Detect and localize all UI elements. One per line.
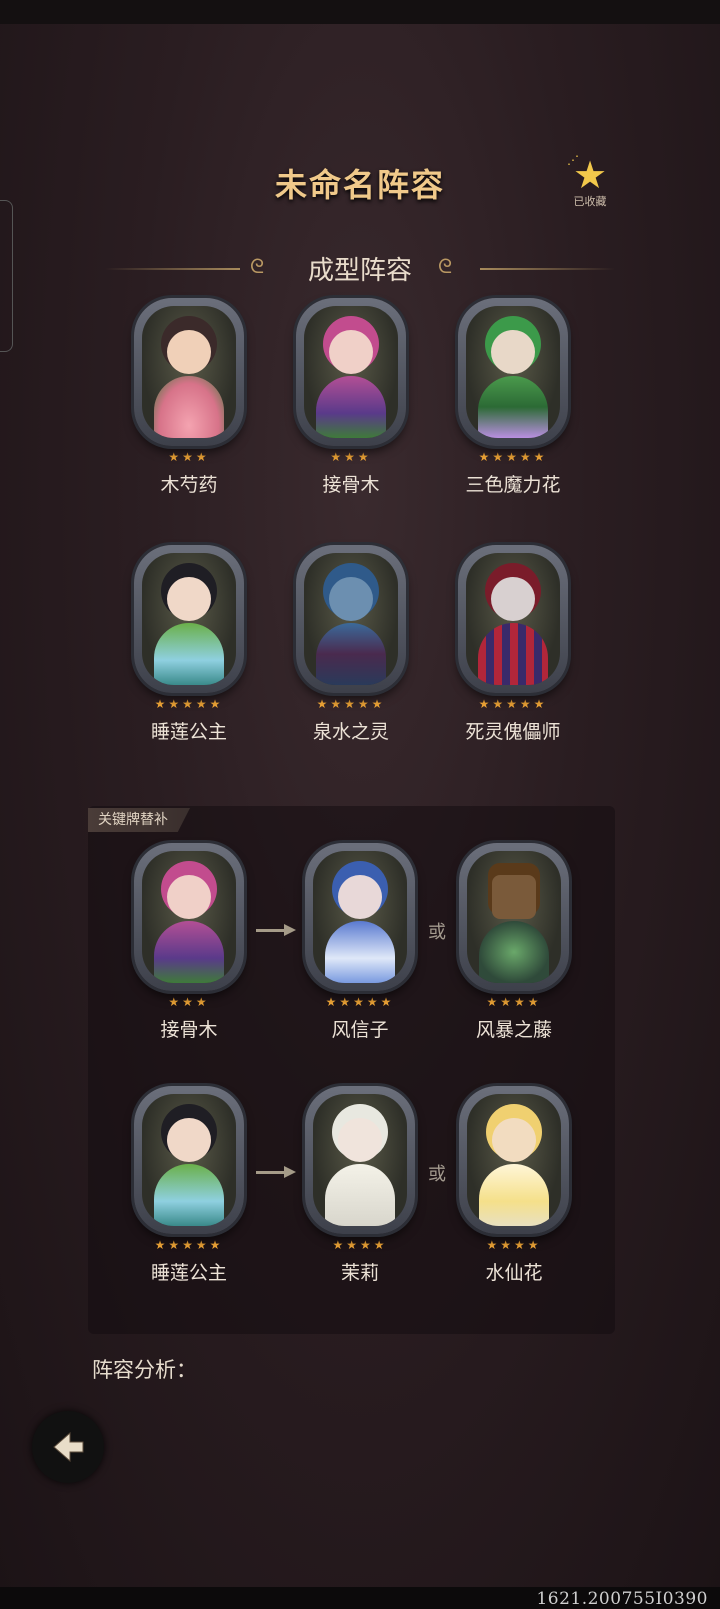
device-id: 1621.200755I0390 — [536, 1589, 708, 1609]
footer-strip: 1621.200755I0390 — [0, 1587, 720, 1609]
star-rating: ★★★★★ — [316, 697, 386, 711]
hero-frame — [296, 545, 406, 693]
hero-card[interactable]: ★★★ 接骨木 — [124, 843, 254, 1042]
star-rating: ★★★★ — [486, 1238, 542, 1252]
star-rating: ★★★★★ — [325, 995, 395, 1009]
hero-name: 接骨木 — [160, 1019, 218, 1041]
hero-portrait — [154, 330, 224, 438]
hero-portrait — [154, 1118, 224, 1226]
hero-card[interactable]: ★★★★ 水仙花 — [449, 1086, 579, 1285]
hero-frame — [459, 1086, 569, 1234]
hero-frame — [459, 843, 569, 991]
hero-frame — [134, 545, 244, 693]
hero-name: 接骨木 — [322, 474, 380, 496]
star-rating: ★★★★ — [332, 1238, 388, 1252]
hero-card[interactable]: ★★★★★ 睡莲公主 — [124, 545, 254, 744]
arrow-right-icon — [256, 924, 296, 936]
hero-card[interactable]: ★★★★★ 睡莲公主 — [124, 1086, 254, 1285]
side-handle[interactable] — [0, 200, 13, 352]
hero-name: 茉莉 — [340, 1262, 379, 1284]
hero-name: 死灵傀儡师 — [465, 721, 561, 743]
hero-frame — [134, 1086, 244, 1234]
arrow-left-icon — [53, 1431, 84, 1463]
hero-name: 三色魔力花 — [465, 474, 561, 496]
hero-card[interactable]: ★★★★ 风暴之藤 — [449, 843, 579, 1042]
star-rating: ★★★★★ — [154, 697, 224, 711]
hero-portrait — [479, 1118, 549, 1226]
star-rating: ★★★★★ — [478, 450, 548, 464]
hero-frame — [458, 545, 568, 693]
hero-portrait — [478, 577, 548, 685]
status-bar — [0, 0, 720, 24]
hero-frame — [296, 298, 406, 446]
hero-portrait — [154, 875, 224, 983]
section-header: ᘓ 成型阵容 ᘓ — [105, 248, 615, 288]
hero-card[interactable]: ★★★★★ 三色魔力花 — [448, 298, 578, 497]
star-rating: ★★★★ — [486, 995, 542, 1009]
star-rating: ★★★ — [168, 995, 210, 1009]
star-rating: ★★★★★ — [154, 1238, 224, 1252]
hero-card[interactable]: ★★★★★ 死灵傀儡师 — [448, 545, 578, 744]
hero-card[interactable]: ★★★ 接骨木 — [286, 298, 416, 497]
back-button[interactable] — [32, 1411, 104, 1483]
hero-frame — [305, 843, 415, 991]
hero-card[interactable]: ★★★★★ 风信子 — [295, 843, 425, 1042]
hero-portrait — [478, 330, 548, 438]
hero-frame — [305, 1086, 415, 1234]
analysis-label: 阵容分析： — [92, 1358, 197, 1382]
favorite-button[interactable]: ⋰ ★ 已收藏 — [565, 153, 615, 209]
hero-card[interactable]: ★★★★ 茉莉 — [295, 1086, 425, 1285]
star-rating: ★★★ — [168, 450, 210, 464]
arrow-right-icon — [256, 1166, 296, 1178]
hero-name: 水仙花 — [485, 1262, 543, 1284]
star-rating: ★★★ — [330, 450, 372, 464]
substitutes-tag: 关键牌替补 — [88, 808, 190, 832]
hero-portrait — [154, 577, 224, 685]
hero-frame — [134, 843, 244, 991]
hero-name: 风暴之藤 — [475, 1019, 552, 1041]
hero-frame — [134, 298, 244, 446]
hero-name: 木芍药 — [160, 474, 218, 496]
hero-name: 睡莲公主 — [150, 1262, 227, 1284]
divider-right — [480, 268, 615, 270]
or-label: 或 — [428, 922, 446, 943]
hero-name: 睡莲公主 — [150, 721, 227, 743]
hero-portrait — [325, 875, 395, 983]
hero-frame — [458, 298, 568, 446]
hero-portrait — [316, 330, 386, 438]
hero-card[interactable]: ★★★★★ 泉水之灵 — [286, 545, 416, 744]
hero-name: 风信子 — [331, 1019, 389, 1041]
hero-portrait — [325, 1118, 395, 1226]
sparkle-icon: ⋰ — [567, 153, 579, 167]
hero-name: 泉水之灵 — [312, 721, 389, 743]
ornament-right-icon: ᘓ — [438, 254, 453, 278]
hero-portrait — [479, 875, 549, 983]
hero-card[interactable]: ★★★ 木芍药 — [124, 298, 254, 497]
star-rating: ★★★★★ — [478, 697, 548, 711]
or-label: 或 — [428, 1164, 446, 1185]
hero-portrait — [316, 577, 386, 685]
